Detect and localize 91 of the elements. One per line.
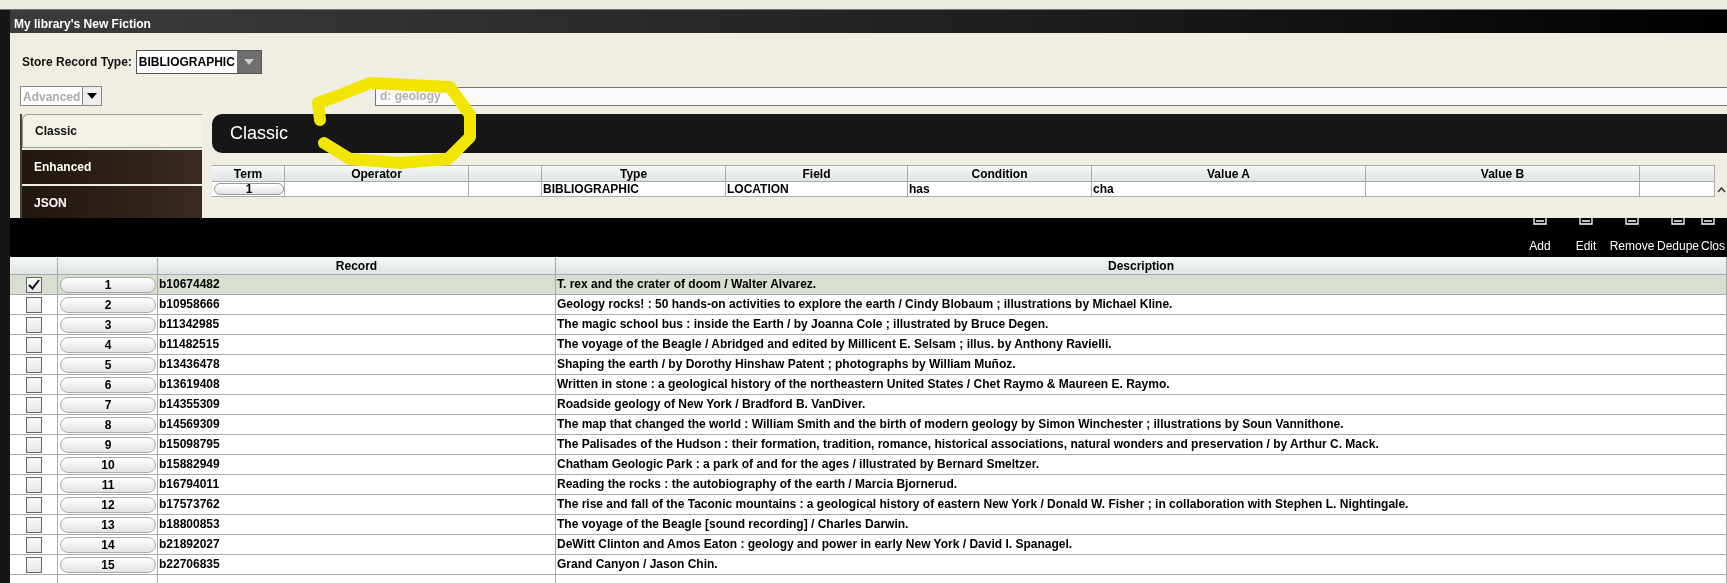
search-field[interactable]: d: geology [375, 86, 1727, 106]
table-cell: LOCATION [726, 182, 908, 197]
column-header: Field [726, 165, 908, 182]
table-cell: b14569309 [158, 415, 556, 435]
table-cell: Geology rocks! : 50 hands-on activities to explore the earth / Cindy Blobaum ; illustrations by Michael Kline. [556, 295, 1727, 315]
table-cell: Reading the rocks : the autobiography of the earth / Marcia Bjornerud. [556, 475, 1727, 495]
toolbar-button[interactable]: Clos [1701, 218, 1727, 257]
checkbox[interactable] [25, 396, 42, 413]
checkbox[interactable] [25, 556, 42, 573]
row-number-button[interactable]: 12 [60, 496, 156, 513]
side-tab[interactable]: Enhanced [22, 150, 202, 184]
table-cell: b11342985 [158, 315, 556, 335]
table-cell: b21892027 [158, 535, 556, 555]
table-cell: b10674482 [158, 275, 556, 295]
checkbox[interactable] [25, 376, 42, 393]
row-number-button[interactable]: 11 [60, 476, 156, 493]
row-number-button[interactable]: 5 [60, 356, 156, 373]
table-cell: Shaping the earth / by Dorothy Hinshaw Patent ; photographs by William Muñoz. [556, 355, 1727, 375]
column-header: Type [542, 165, 726, 182]
dropdown-arrow-icon [87, 93, 98, 99]
table-cell: cha [1092, 182, 1366, 197]
checkbox[interactable] [25, 456, 42, 473]
checkbox[interactable] [25, 436, 42, 453]
table-cell: T. rex and the crater of doom / Walter Alvarez. [556, 275, 1727, 295]
column-header: Description [556, 257, 1727, 275]
table-cell: b17573762 [158, 495, 556, 515]
row-number-button[interactable]: 15 [60, 556, 156, 573]
checkbox[interactable] [25, 476, 42, 493]
checkmark-icon [27, 279, 40, 290]
column-header: Value A [1092, 165, 1366, 182]
row-number-button[interactable]: 6 [60, 376, 156, 393]
record-type-dropdown[interactable]: BIBLIOGRAPHIC [135, 50, 262, 74]
row-number-button[interactable]: 13 [60, 516, 156, 533]
row-number-button[interactable]: 7 [60, 396, 156, 413]
column-header: Term [212, 165, 285, 182]
table-cell: Chatham Geologic Park : a park of and for the ages / illustrated by Bernard Smeltzer. [556, 455, 1727, 475]
table-cell: Written in stone : a geological history of the northeastern United States / Chet Raymo & Maureen E. Raymo. [556, 375, 1727, 395]
table-cell: b14355309 [158, 395, 556, 415]
row-number-button[interactable]: 10 [60, 456, 156, 473]
table-cell: Roadside geology of New York / Bradford B. VanDiver. [556, 395, 1727, 415]
table-cell: The voyage of the Beagle [sound recording] / Charles Darwin. [556, 515, 1727, 535]
table-cell: b13436478 [158, 355, 556, 375]
row-number-button[interactable]: 9 [60, 436, 156, 453]
row-number-button[interactable]: 1 [60, 276, 156, 293]
table-cell: DeWitt Clinton and Amos Eaton : geology and power in early New York / David I. Spanagel. [556, 535, 1727, 555]
row-number-button[interactable]: 2 [60, 296, 156, 313]
row-number-button[interactable]: 8 [60, 416, 156, 433]
table-cell: Grand Canyon / Jason Chin. [556, 555, 1727, 575]
checkbox[interactable] [25, 356, 42, 373]
checkbox[interactable] [25, 276, 42, 293]
table-cell: b15098795 [158, 435, 556, 455]
checkbox[interactable] [25, 336, 42, 353]
window-title: My library's New Fiction [14, 17, 151, 31]
toolbar-button[interactable]: Dedupe [1655, 218, 1701, 257]
side-tab[interactable]: Classic [22, 114, 202, 148]
checkbox[interactable] [25, 536, 42, 553]
column-header: Operator [285, 165, 469, 182]
side-tab[interactable]: JSON [22, 186, 202, 218]
dropdown-arrow-icon [243, 59, 254, 65]
column-header: Condition [908, 165, 1092, 182]
scroll-up-icon[interactable] [1716, 186, 1726, 193]
column-header: Value B [1366, 165, 1640, 182]
row-number-button[interactable]: 14 [60, 536, 156, 553]
table-cell: b11482515 [158, 335, 556, 355]
table-cell: b10958666 [158, 295, 556, 315]
table-cell: The voyage of the Beagle / Abridged and edited by Millicent E. Selsam ; illus. by Anthony Ravielli. [556, 335, 1727, 355]
table-cell: The map that changed the world : William Smith and the birth of modern geology by Simon Winchester ; illustrations by Soun Vannithone. [556, 415, 1727, 435]
term-number-button[interactable]: 1 [214, 183, 284, 195]
table-cell: b22706835 [158, 555, 556, 575]
row-number-button[interactable]: 4 [60, 336, 156, 353]
column-header: Record [158, 257, 556, 275]
table-cell: BIBLIOGRAPHIC [542, 182, 726, 197]
table-cell: b15882949 [158, 455, 556, 475]
table-cell: b13619408 [158, 375, 556, 395]
field-label: Store Record Type: [22, 55, 132, 69]
checkbox[interactable] [25, 496, 42, 513]
checkbox[interactable] [25, 296, 42, 313]
table-cell: The Palisades of the Hudson : their formation, tradition, romance, historical associations, natural wonders and preservation / by Arthur C. Mack. [556, 435, 1727, 455]
checkbox[interactable] [25, 316, 42, 333]
table-cell: The rise and fall of the Taconic mountains : a geological history of eastern New York / Donald W. Fisher ; in collaboration with Stephen L. Nightingale. [556, 495, 1727, 515]
table-cell: b18800853 [158, 515, 556, 535]
toolbar-button[interactable]: Add [1517, 218, 1563, 257]
row-number-button[interactable]: 3 [60, 316, 156, 333]
table-cell: b16794011 [158, 475, 556, 495]
checkbox[interactable] [25, 416, 42, 433]
table-cell: has [908, 182, 1092, 197]
toolbar-button[interactable]: Edit [1563, 218, 1609, 257]
checkbox[interactable] [25, 516, 42, 533]
toolbar-button[interactable]: Remove [1609, 218, 1655, 257]
table-cell: The magic school bus : inside the Earth / by Joanna Cole ; illustrated by Bruce Degen. [556, 315, 1727, 335]
panel-title: Classic [230, 123, 288, 144]
